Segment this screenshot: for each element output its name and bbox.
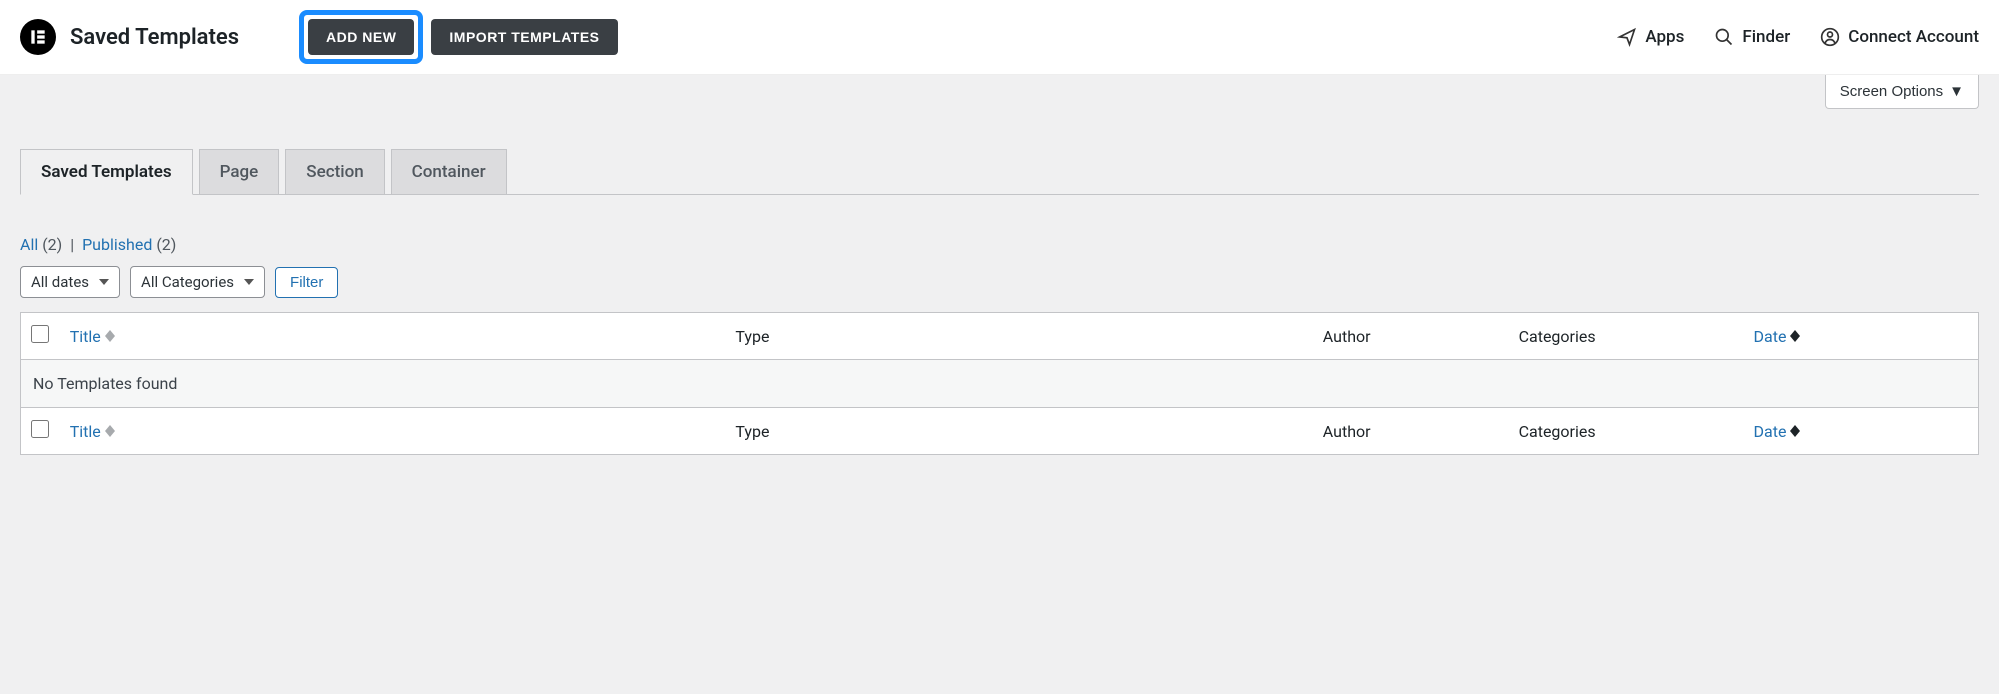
- filter-all-count: (2): [42, 235, 62, 254]
- col-categories-header: Categories: [1509, 313, 1744, 360]
- col-date-label-footer: Date: [1754, 422, 1787, 441]
- sort-icon: [105, 425, 115, 437]
- apps-icon: [1617, 27, 1637, 47]
- dates-select-value: All dates: [31, 273, 89, 291]
- dates-select[interactable]: All dates: [20, 266, 120, 298]
- col-title-header[interactable]: Title: [60, 313, 726, 360]
- select-all-footer: [21, 408, 60, 455]
- sort-icon: [1790, 330, 1800, 342]
- screen-options-bar: Screen Options ▼: [0, 75, 1999, 109]
- elementor-logo: [20, 19, 56, 55]
- filter-published-count: (2): [156, 235, 176, 254]
- no-items-message: No Templates found: [21, 360, 1979, 408]
- col-title-footer[interactable]: Title: [60, 408, 726, 455]
- no-items-row: No Templates found: [21, 360, 1979, 408]
- filters-row: All dates All Categories Filter: [20, 266, 1979, 298]
- page-title: Saved Templates: [70, 25, 239, 50]
- apps-link[interactable]: Apps: [1617, 27, 1684, 47]
- col-author-label-footer: Author: [1323, 422, 1371, 441]
- header-buttons: ADD NEW IMPORT TEMPLATES: [299, 10, 617, 64]
- col-categories-label: Categories: [1519, 327, 1596, 346]
- elementor-icon: [28, 27, 48, 47]
- finder-link[interactable]: Finder: [1714, 27, 1790, 47]
- categories-select[interactable]: All Categories: [130, 266, 265, 298]
- col-type-label: Type: [735, 327, 769, 346]
- col-author-footer: Author: [1313, 408, 1509, 455]
- separator: |: [70, 235, 74, 254]
- import-templates-button[interactable]: IMPORT TEMPLATES: [431, 19, 617, 55]
- tab-saved-templates[interactable]: Saved Templates: [20, 149, 193, 195]
- chevron-down-icon: ▼: [1949, 83, 1964, 100]
- col-date-header[interactable]: Date: [1744, 313, 1979, 360]
- col-type-header: Type: [725, 313, 1312, 360]
- table-footer-row: Title Type Author Categories: [21, 408, 1979, 455]
- tab-page[interactable]: Page: [199, 149, 280, 194]
- filter-all-link[interactable]: All: [20, 235, 38, 254]
- connect-account-label: Connect Account: [1848, 27, 1979, 47]
- tab-container[interactable]: Container: [391, 149, 507, 194]
- finder-label: Finder: [1742, 27, 1790, 47]
- col-categories-label-footer: Categories: [1519, 422, 1596, 441]
- search-icon: [1714, 27, 1734, 47]
- col-type-footer: Type: [725, 408, 1312, 455]
- header-bar: Saved Templates ADD NEW IMPORT TEMPLATES…: [0, 0, 1999, 75]
- table-header-row: Title Type Author Categories: [21, 313, 1979, 360]
- col-author-header: Author: [1313, 313, 1509, 360]
- apps-label: Apps: [1645, 27, 1684, 47]
- select-all-checkbox-footer[interactable]: [31, 420, 49, 438]
- filter-published-link[interactable]: Published: [82, 235, 152, 254]
- filter-button[interactable]: Filter: [275, 267, 338, 298]
- col-date-label: Date: [1754, 327, 1787, 346]
- connect-account-link[interactable]: Connect Account: [1820, 27, 1979, 47]
- tabs: Saved Templates Page Section Container: [20, 149, 1979, 195]
- col-date-footer[interactable]: Date: [1744, 408, 1979, 455]
- tab-section[interactable]: Section: [285, 149, 384, 194]
- col-author-label: Author: [1323, 327, 1371, 346]
- col-title-label-footer: Title: [70, 422, 101, 441]
- main-content: Saved Templates Page Section Container A…: [0, 109, 1999, 475]
- screen-options-button[interactable]: Screen Options ▼: [1825, 75, 1979, 109]
- sort-icon: [105, 330, 115, 342]
- col-title-label: Title: [70, 327, 101, 346]
- templates-table: Title Type Author Categories: [20, 312, 1979, 455]
- col-type-label-footer: Type: [735, 422, 769, 441]
- screen-options-label: Screen Options: [1840, 83, 1943, 100]
- status-filter-links: All (2) | Published (2): [20, 235, 1979, 254]
- user-icon: [1820, 27, 1840, 47]
- header-right: Apps Finder Connect Account: [1617, 27, 1979, 47]
- categories-select-value: All Categories: [141, 273, 234, 291]
- col-categories-footer: Categories: [1509, 408, 1744, 455]
- add-new-highlight: ADD NEW: [299, 10, 423, 64]
- select-all-checkbox[interactable]: [31, 325, 49, 343]
- select-all-header: [21, 313, 60, 360]
- add-new-button[interactable]: ADD NEW: [308, 19, 414, 55]
- sort-icon: [1790, 425, 1800, 437]
